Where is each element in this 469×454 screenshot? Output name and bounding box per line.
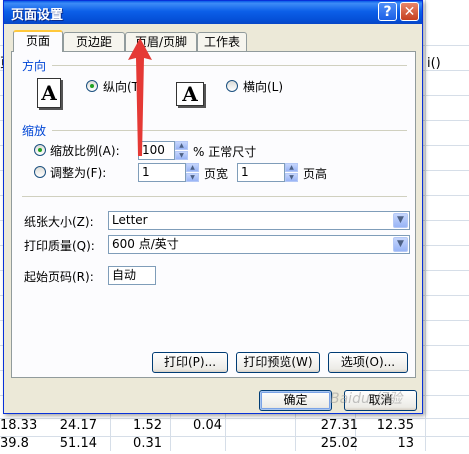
dialog-title-bar[interactable]: 页面设置 ? ✕ [4,1,422,24]
cell[interactable] [165,434,222,454]
fit-wide-spinner[interactable]: ▲ ▼ [186,163,199,182]
cell[interactable]: 18.33 [0,416,37,436]
cell[interactable]: 13 [360,434,414,454]
cell[interactable]: 25.02 [300,434,358,454]
tab-sheet[interactable]: 工作表 [197,32,247,51]
cell[interactable]: 0.31 [105,434,162,454]
first-page-input[interactable]: 自动 [108,266,156,285]
spin-down-icon[interactable]: ▼ [175,151,188,160]
help-button[interactable]: ? [378,2,397,21]
fit-tall-input[interactable]: 1 [237,163,285,182]
annotation-arrow-icon [128,38,152,156]
tab-margins[interactable]: 页边距 [63,32,125,51]
portrait-page-icon: A [37,78,61,108]
dialog-title: 页面设置 [11,8,64,23]
chevron-down-icon[interactable]: ▼ [393,213,408,228]
print-quality-value: 600 点/英寸 [112,237,179,251]
cell[interactable]: 51.14 [40,434,97,454]
orientation-separator [52,65,407,66]
print-preview-button[interactable]: 打印预览(W) [236,352,320,373]
cell[interactable]: 1.52 [105,416,162,436]
orientation-group-label: 方向 [22,59,47,73]
cell[interactable]: 0.04 [165,416,222,436]
cell[interactable]: 24.17 [40,416,97,436]
paper-size-select[interactable]: Letter ▼ [108,211,410,230]
spin-up-icon[interactable]: ▲ [175,141,188,150]
fit-wide-input[interactable]: 1 [138,163,186,182]
landscape-page-icon: A [176,82,204,106]
landscape-label[interactable]: 横向(L) [243,78,283,95]
sheet-header-peek: i() [427,56,441,71]
watermark: Baidu 经验 [330,391,403,407]
cell[interactable]: 27.31 [300,416,358,436]
print-quality-select[interactable]: 600 点/英寸 ▼ [108,235,410,254]
scale-spinner[interactable]: ▲ ▼ [175,141,188,160]
spin-up-icon[interactable]: ▲ [186,163,199,172]
chevron-down-icon[interactable]: ▼ [393,237,408,252]
first-page-label: 起始页码(R): [24,270,94,284]
scale-suffix: % 正常尺寸 [193,145,257,159]
fit-radio[interactable] [34,166,46,178]
fit-tall-spinner[interactable]: ▲ ▼ [285,163,298,182]
print-button[interactable]: 打印(P)... [152,352,228,373]
scale-radio[interactable] [34,144,46,156]
scale-label[interactable]: 缩放比例(A): [50,142,120,159]
page-setup-dialog: 页面设置 ? ✕ 页面 页边距 页眉/页脚 工作表 方向 A 纵向(T) A 横… [3,0,423,414]
cell[interactable]: 12.35 [360,416,414,436]
spin-down-icon[interactable]: ▼ [186,173,199,182]
scaling-separator [52,130,407,131]
spin-down-icon[interactable]: ▼ [285,173,298,182]
paper-separator [22,196,407,197]
paper-size-value: Letter [112,213,148,227]
tab-panel-page: 方向 A 纵向(T) A 横向(L) 缩放 缩放比例(A): 100 ▲ ▼ %… [11,51,416,378]
fit-tall-suffix: 页高 [303,167,328,181]
cell[interactable]: 39.8 [0,434,29,454]
ok-button[interactable]: 确定 [259,390,332,411]
print-quality-label: 打印质量(Q): [24,239,95,253]
tab-page[interactable]: 页面 [13,30,63,52]
fit-wide-suffix: 页宽 [204,167,229,181]
scaling-group-label: 缩放 [22,124,47,138]
spin-up-icon[interactable]: ▲ [285,163,298,172]
paper-size-label: 纸张大小(Z): [24,215,94,229]
options-button[interactable]: 选项(O)... [328,352,408,373]
close-button[interactable]: ✕ [400,2,419,21]
portrait-radio[interactable] [86,80,98,92]
fit-label[interactable]: 调整为(F): [50,164,106,181]
landscape-radio[interactable] [226,80,238,92]
